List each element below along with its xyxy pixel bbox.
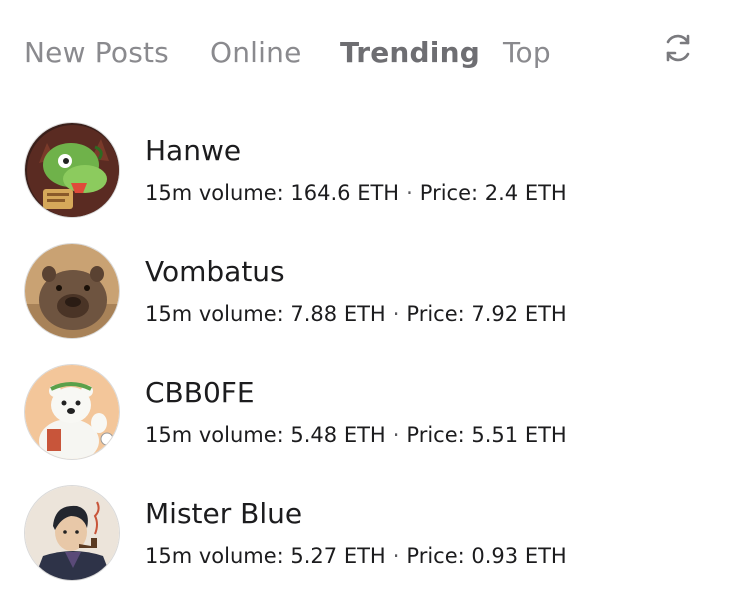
polar-bear-avatar-icon [24, 364, 120, 460]
item-name: Mister Blue [145, 497, 303, 530]
list-item[interactable]: Hanwe 15m volume: 164.6 ETH · Price: 2.4 E… [0, 112, 750, 233]
tab-top[interactable]: Top [503, 33, 551, 73]
trending-list: Hanwe 15m volume: 164.6 ETH · Price: 2.4 E… [0, 112, 750, 596]
item-stats: 15m volume: 5.48 ETH · Price: 5.51 ETH [145, 420, 567, 450]
tab-online[interactable]: Online [210, 33, 302, 73]
tab-bar: New Posts Online Trending Top [0, 0, 750, 100]
tab-trending[interactable]: Trending [340, 33, 480, 73]
separator: · [406, 181, 413, 205]
item-name: Hanwe [145, 134, 242, 167]
list-item[interactable]: CBB0FE 15m volume: 5.48 ETH · Price: 5.51 … [0, 354, 750, 475]
price-text: Price: 5.51 ETH [406, 423, 567, 447]
item-stats: 15m volume: 7.88 ETH · Price: 7.92 ETH [145, 299, 567, 329]
item-stats: 15m volume: 5.27 ETH · Price: 0.93 ETH [145, 541, 567, 571]
volume-text: 15m volume: 7.88 ETH [145, 302, 386, 326]
separator: · [392, 302, 400, 326]
item-name: Vombatus [145, 255, 285, 288]
man-with-pipe-avatar-icon [24, 485, 120, 581]
price-text: Price: 7.92 ETH [406, 302, 567, 326]
volume-text: 15m volume: 164.6 ETH [145, 181, 400, 205]
item-stats: 15m volume: 164.6 ETH · Price: 2.4 ETH [145, 178, 567, 208]
price-text: Price: 2.4 ETH [419, 181, 567, 205]
wombat-avatar-icon [24, 243, 120, 339]
separator: · [392, 423, 400, 447]
tab-new-posts[interactable]: New Posts [24, 33, 169, 73]
volume-text: 15m volume: 5.48 ETH [145, 423, 386, 447]
refresh-icon[interactable] [660, 30, 696, 66]
list-item[interactable]: Mister Blue 15m volume: 5.27 ETH · Price: … [0, 475, 750, 596]
list-item[interactable]: Vombatus 15m volume: 7.88 ETH · Price: 7.9… [0, 233, 750, 354]
separator: · [392, 544, 400, 568]
price-text: Price: 0.93 ETH [406, 544, 567, 568]
item-name: CBB0FE [145, 376, 255, 409]
dragon-avatar-icon [24, 122, 120, 218]
volume-text: 15m volume: 5.27 ETH [145, 544, 386, 568]
